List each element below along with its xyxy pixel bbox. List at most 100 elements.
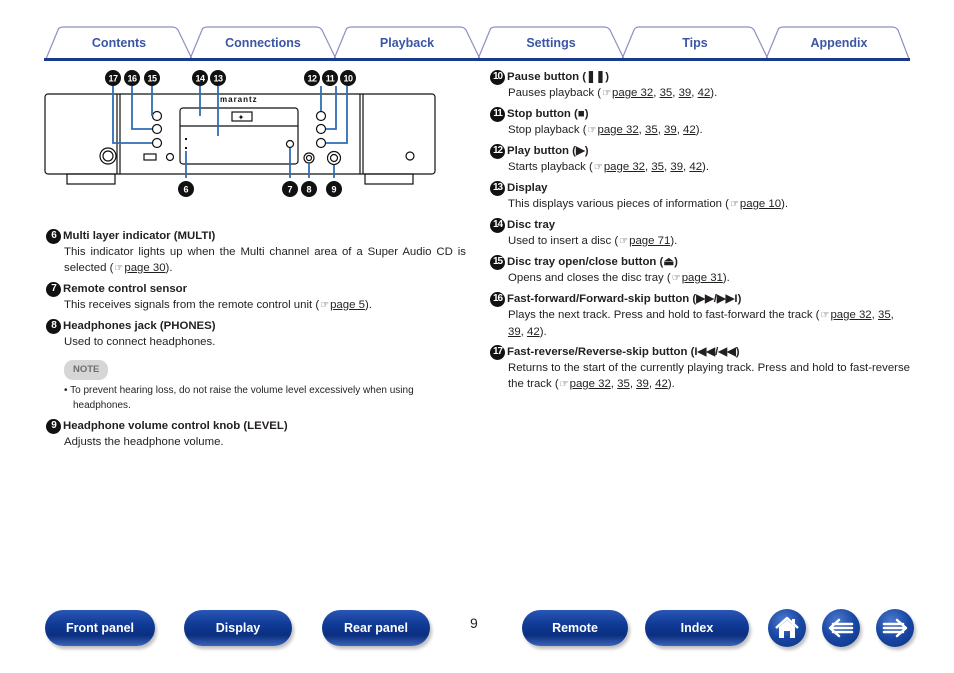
item-title: Fast-reverse/Reverse-skip button (I◀◀/◀◀… [507, 346, 740, 358]
home-button[interactable] [768, 609, 806, 647]
page-link[interactable]: 39 [679, 87, 692, 99]
number-badge: 17 [490, 344, 505, 360]
item-multi-indicator: 6 Multi layer indicator (MULTI) This indi… [46, 228, 466, 277]
reference-hand-icon: ☞ [593, 162, 603, 173]
item-text: Pauses playback ( [508, 87, 602, 99]
page-link[interactable]: page 32 [604, 161, 645, 173]
item-display: 13 Display This displays various pieces o… [490, 180, 910, 213]
item-fast-reverse-button: 17 Fast-reverse/Reverse-skip button (I◀◀/… [490, 344, 910, 393]
number-badge: 8 [46, 318, 61, 334]
reference-hand-icon: ☞ [602, 88, 612, 99]
reference-hand-icon: ☞ [820, 310, 830, 321]
display-button[interactable]: Display [184, 610, 292, 646]
item-title: Disc tray [507, 219, 556, 231]
brand-logo: marantz [220, 95, 258, 104]
page-link[interactable]: page 32 [612, 87, 653, 99]
item-text-tail: ). [702, 161, 710, 173]
item-text-tail: ). [722, 272, 730, 284]
left-descriptions: 6 Multi layer indicator (MULTI) This indi… [46, 228, 466, 454]
item-title: Remote control sensor [63, 283, 188, 295]
reference-hand-icon: ☞ [559, 379, 569, 390]
page-link[interactable]: 42 [655, 378, 668, 390]
item-title: Play button (▶) [507, 145, 589, 157]
callout-13: 13 [213, 74, 223, 84]
item-disc-tray: 14 Disc tray Used to insert a disc (☞page… [490, 217, 910, 250]
item-text-tail: ). [695, 124, 703, 136]
rear-panel-button[interactable]: Rear panel [322, 610, 430, 646]
page-link[interactable]: 39 [508, 326, 521, 338]
page-link[interactable]: 39 [670, 161, 683, 173]
item-text: Used to insert a disc ( [508, 235, 619, 247]
page-link[interactable]: page 32 [830, 309, 871, 321]
page-link[interactable]: 39 [636, 378, 649, 390]
page-link[interactable]: page 71 [629, 235, 670, 247]
page-link[interactable]: 35 [645, 124, 658, 136]
number-badge: 15 [490, 254, 505, 270]
page-number: 9 [470, 615, 478, 631]
item-text: Starts playback ( [508, 161, 593, 173]
reference-hand-icon: ☞ [619, 236, 629, 247]
callout-16: 16 [127, 74, 137, 84]
tab-underline [44, 58, 910, 61]
number-badge: 10 [490, 69, 505, 85]
item-text-tail: ). [165, 262, 173, 274]
index-button[interactable]: Index [645, 610, 749, 646]
page-link[interactable]: 35 [617, 378, 630, 390]
number-badge: 12 [490, 143, 505, 159]
svg-text:✦: ✦ [238, 113, 245, 122]
callout-9: 9 [331, 185, 336, 195]
arrow-left-icon [828, 618, 854, 638]
number-badge: 6 [46, 228, 61, 244]
reference-hand-icon: ☞ [671, 273, 681, 284]
item-text: This receives signals from the remote co… [64, 299, 320, 311]
tab-connections[interactable]: Connections [198, 26, 328, 60]
item-text-tail: ). [710, 87, 718, 99]
item-title: Headphones jack (PHONES) [63, 320, 216, 332]
item-text-tail: ). [667, 378, 675, 390]
remote-button[interactable]: Remote [522, 610, 628, 646]
number-badge: 9 [46, 418, 61, 434]
page-link[interactable]: 42 [689, 161, 702, 173]
callout-14: 14 [195, 74, 205, 84]
number-badge: 16 [490, 291, 505, 307]
page-link[interactable]: 35 [660, 87, 673, 99]
forward-button[interactable] [876, 609, 914, 647]
page-link[interactable]: page 10 [740, 198, 781, 210]
reference-hand-icon: ☞ [587, 125, 597, 136]
front-panel-diagram: marantz ✦ 17 16 15 14 13 12 11 10 6 7 8 … [40, 66, 450, 201]
tab-playback[interactable]: Playback [342, 26, 472, 60]
tab-settings[interactable]: Settings [486, 26, 616, 60]
page-link[interactable]: 42 [683, 124, 696, 136]
item-text: Adjusts the headphone volume. [64, 436, 224, 448]
page-link[interactable]: page 30 [124, 262, 165, 274]
item-text: Used to connect headphones. [64, 336, 216, 348]
front-panel-button[interactable]: Front panel [45, 610, 155, 646]
page-link[interactable]: 42 [527, 326, 540, 338]
item-title: Fast-forward/Forward-skip button (▶▶/▶▶I… [507, 293, 742, 305]
item-text-tail: ). [670, 235, 678, 247]
item-title: Stop button (■) [507, 108, 589, 120]
item-text: Stop playback ( [508, 124, 587, 136]
tab-appendix[interactable]: Appendix [774, 26, 904, 60]
page-link[interactable]: page 5 [330, 299, 365, 311]
page-link[interactable]: 35 [878, 309, 891, 321]
callout-17: 17 [108, 74, 118, 84]
tab-contents[interactable]: Contents [54, 26, 184, 60]
page-link[interactable]: page 32 [570, 378, 611, 390]
front-panel-illustration: marantz ✦ 17 16 15 14 13 12 11 10 6 7 8 … [44, 70, 436, 197]
right-descriptions: 10 Pause button (❚❚) Pauses playback (☞pa… [490, 69, 910, 397]
callout-7: 7 [287, 185, 292, 195]
page-link[interactable]: page 32 [597, 124, 638, 136]
callout-6: 6 [183, 185, 188, 195]
item-text-tail: ). [781, 198, 789, 210]
page-link[interactable]: 35 [651, 161, 664, 173]
page-link[interactable]: 42 [698, 87, 711, 99]
arrow-right-icon [882, 618, 908, 638]
page-link[interactable]: 39 [664, 124, 677, 136]
callout-10: 10 [343, 74, 353, 84]
item-title: Disc tray open/close button (⏏) [507, 256, 678, 268]
tab-tips[interactable]: Tips [630, 26, 760, 60]
number-badge: 11 [490, 106, 505, 122]
page-link[interactable]: page 31 [682, 272, 723, 284]
back-button[interactable] [822, 609, 860, 647]
